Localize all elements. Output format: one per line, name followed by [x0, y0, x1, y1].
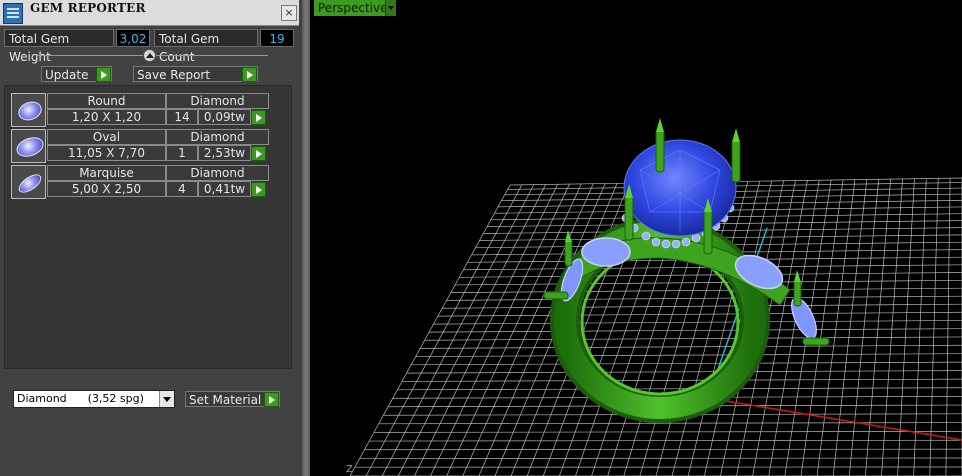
total-gem-weight-label: Total Gem Weight — [4, 29, 114, 64]
gem-shape: Marquise — [47, 165, 166, 181]
marquise-gem-icon — [11, 165, 46, 199]
total-gem-count-label: Total Gem Count — [154, 29, 258, 64]
gem-row-marquise[interactable]: Marquise Diamond 5,00 X 2,50 4 0,41tw — [11, 165, 269, 199]
gem-list: Round Diamond 1,20 X 1,20 14 0,09tw Oval… — [4, 85, 292, 369]
material-select-value: Diamond (3,52 spg) — [17, 392, 144, 405]
gem-reporter-panel: GEM REPORTER × Total Gem Weight 3,02 Tot… — [0, 0, 302, 476]
panel-title: GEM REPORTER — [30, 1, 146, 15]
side-gem-far-right — [791, 297, 817, 339]
gem-select-button[interactable] — [251, 110, 266, 125]
gem-size: 1,20 X 1,20 — [47, 109, 166, 125]
total-gem-count-value: 19 — [260, 29, 294, 47]
gem-material: Diamond — [166, 165, 269, 181]
slider-handle[interactable] — [143, 49, 156, 62]
x-axis-line — [707, 397, 962, 441]
gem-count: 4 — [166, 181, 198, 197]
oval-gem-icon — [11, 129, 47, 163]
total-gem-weight-value: 3,02 — [116, 29, 150, 47]
gem-reporter-icon — [3, 3, 23, 24]
gem-select-button[interactable] — [251, 146, 266, 161]
save-report-button-label: Save Report — [137, 68, 211, 82]
play-icon — [96, 67, 111, 82]
set-material-button[interactable]: Set Material — [185, 391, 280, 407]
update-button[interactable]: Update — [41, 66, 112, 82]
panel-titlebar: GEM REPORTER × — [0, 0, 299, 26]
gem-count: 14 — [166, 109, 198, 125]
round-gem-icon — [11, 93, 46, 127]
axis-indicator-label: Z — [346, 464, 353, 475]
gem-shape: Oval — [47, 129, 166, 145]
play-icon — [242, 67, 257, 82]
save-report-button[interactable]: Save Report — [133, 66, 258, 82]
gem-row-oval[interactable]: Oval Diamond 11,05 X 7,70 1 2,53tw — [11, 129, 269, 163]
ring-render — [349, 118, 962, 476]
side-gem-left — [581, 237, 631, 267]
update-button-label: Update — [45, 68, 89, 82]
gem-material: Diamond — [166, 93, 269, 109]
view-menu-chevron-icon[interactable] — [385, 0, 396, 16]
close-button[interactable]: × — [281, 5, 297, 21]
set-material-button-label: Set Material — [189, 393, 262, 407]
gem-weight: 2,53tw — [198, 145, 251, 161]
gem-material: Diamond — [166, 129, 269, 145]
gem-row-round[interactable]: Round Diamond 1,20 X 1,20 14 0,09tw — [11, 93, 269, 127]
gem-select-button[interactable] — [251, 182, 266, 197]
chevron-down-icon[interactable] — [159, 391, 174, 407]
view-name-label[interactable]: Perspective — [314, 0, 396, 16]
gem-count: 1 — [166, 145, 198, 161]
panel-splitter[interactable] — [302, 0, 310, 476]
gem-weight: 0,41tw — [198, 181, 251, 197]
gem-weight: 0,09tw — [198, 109, 251, 125]
gem-shape: Round — [47, 93, 166, 109]
gem-size: 11,05 X 7,70 — [47, 145, 166, 161]
3d-viewport[interactable]: Perspective Z — [310, 0, 962, 476]
material-select[interactable]: Diamond (3,52 spg) — [13, 390, 175, 408]
gem-size: 5,00 X 2,50 — [47, 181, 166, 197]
play-icon — [264, 392, 279, 407]
